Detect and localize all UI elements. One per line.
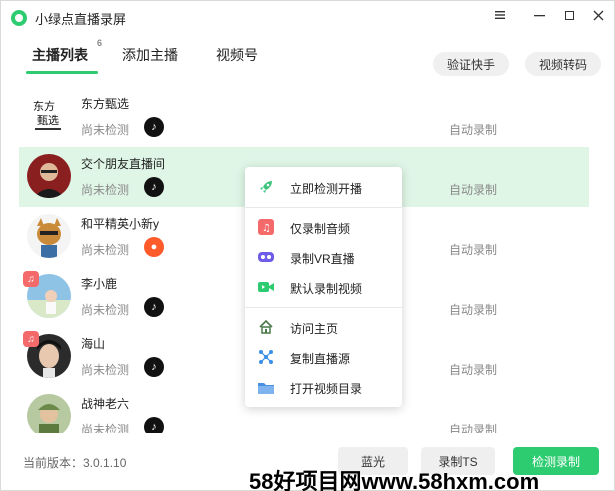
menu-item-label: 打开视频目录: [290, 382, 363, 396]
douyin-icon: ♪: [144, 117, 164, 137]
menu-item-label: 录制VR直播: [290, 252, 355, 266]
menu-item-label: 访问主页: [290, 322, 339, 336]
streamer-name: 李小鹿: [81, 277, 118, 291]
douyin-icon: ♪: [144, 177, 164, 197]
streamer-name: 海山: [81, 337, 106, 351]
tab-streamer-list[interactable]: 主播列表 6: [32, 38, 102, 65]
menu-item-label: 默认录制视频: [290, 282, 363, 296]
context-menu: 立即检测开播 ♫ 仅录制音频 录制VR直播 默认录制视频 访问主页 复制直播源 …: [245, 167, 402, 407]
close-icon[interactable]: [586, 5, 610, 25]
avatar: [27, 394, 71, 433]
folder-icon: [257, 378, 275, 396]
video-icon: [257, 278, 275, 296]
detect-status: 尚未检测: [81, 363, 130, 377]
menu-item-open-folder[interactable]: 打开视频目录: [245, 372, 402, 402]
menu-item-copy-source[interactable]: 复制直播源: [245, 342, 402, 372]
list-item[interactable]: 东方 甄选 东方甄选 尚未检测 ♪ 自动录制: [19, 87, 589, 147]
menu-separator: [245, 207, 402, 208]
streamer-name: 战神老六: [81, 397, 130, 411]
menu-item-detect-now[interactable]: 立即检测开播: [245, 172, 402, 202]
svg-text:东方: 东方: [33, 99, 55, 113]
video-convert-button[interactable]: 视频转码: [525, 52, 602, 76]
streamer-name: 东方甄选: [81, 97, 130, 111]
menu-separator: [245, 307, 402, 308]
tab-video-account[interactable]: 视频号: [216, 45, 258, 65]
menu-item-visit-home[interactable]: 访问主页: [245, 312, 402, 342]
menu-icon[interactable]: [488, 5, 512, 25]
record-mode: 自动录制: [449, 123, 498, 137]
tab-add-streamer[interactable]: 添加主播: [122, 45, 178, 65]
record-mode: 自动录制: [449, 243, 498, 257]
streamer-name: 交个朋友直播间: [81, 157, 166, 171]
home-icon: [257, 318, 275, 336]
verify-kuaishou-button[interactable]: 验证快手: [433, 52, 510, 76]
active-tab-indicator: [26, 71, 98, 74]
menu-item-label: 复制直播源: [290, 352, 351, 366]
streamer-name: 和平精英小新y: [81, 217, 160, 231]
svg-text:♫: ♫: [262, 223, 271, 234]
menu-item-label: 仅录制音频: [290, 222, 351, 236]
detect-status: 尚未检测: [81, 303, 130, 317]
app-title: 小绿点直播录屏: [35, 12, 127, 27]
douyin-icon: ♪: [144, 417, 164, 433]
audio-only-badge-icon: ♫: [23, 271, 39, 287]
kuaishou-icon: ●: [144, 237, 164, 257]
record-mode: 自动录制: [449, 183, 498, 197]
music-icon: ♫: [257, 218, 275, 236]
svg-text:甄选: 甄选: [37, 114, 59, 127]
detect-status: 尚未检测: [81, 243, 130, 257]
record-mode: 自动录制: [449, 423, 498, 433]
tab-count-badge: 6: [97, 38, 103, 48]
watermark: 58好项目网www.58hxm.com: [249, 469, 540, 491]
record-mode: 自动录制: [449, 363, 498, 377]
app-logo-icon: [11, 10, 27, 26]
minimize-icon[interactable]: [527, 5, 551, 25]
maximize-icon[interactable]: [557, 5, 581, 25]
detect-status: 尚未检测: [81, 123, 130, 137]
version-label: 当前版本：3.0.1.10: [23, 456, 127, 470]
douyin-icon: ♪: [144, 297, 164, 317]
share-nodes-icon: [257, 348, 275, 366]
rocket-icon: [257, 178, 275, 196]
title-bar: 小绿点直播录屏: [1, 1, 614, 33]
douyin-icon: ♪: [144, 357, 164, 377]
detect-status: 尚未检测: [81, 183, 130, 197]
app-window: 小绿点直播录屏 主播列表 6 添加主播 视频号 验证快手 视频转码 东方 甄选 …: [0, 0, 615, 491]
menu-item-default-video[interactable]: 默认录制视频: [245, 272, 402, 302]
avatar: [27, 154, 71, 198]
menu-item-label: 立即检测开播: [290, 182, 363, 196]
vr-icon: [257, 248, 275, 266]
audio-only-badge-icon: ♫: [23, 331, 39, 347]
record-mode: 自动录制: [449, 303, 498, 317]
avatar: 东方 甄选: [27, 94, 71, 138]
avatar: [27, 214, 71, 258]
detect-status: 尚未检测: [81, 423, 130, 433]
menu-item-audio-only[interactable]: ♫ 仅录制音频: [245, 212, 402, 242]
tab-label: 主播列表: [32, 47, 88, 63]
menu-item-record-vr[interactable]: 录制VR直播: [245, 242, 402, 272]
